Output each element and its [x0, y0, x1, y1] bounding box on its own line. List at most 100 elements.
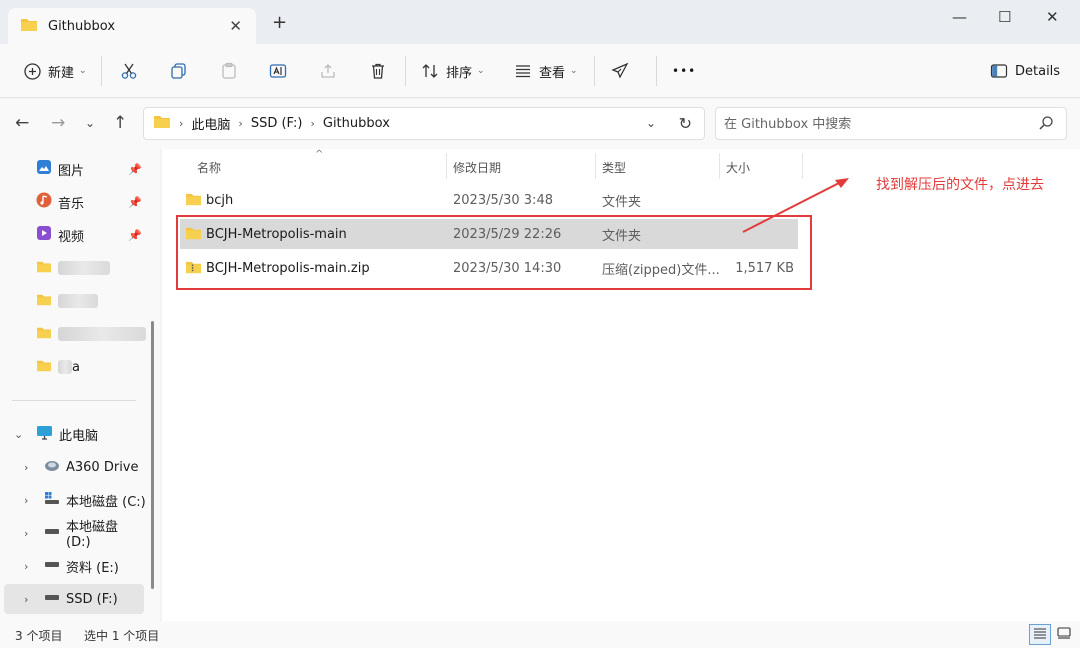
sidebar-item-drive-f[interactable]: › SSD (F:) — [4, 584, 144, 614]
sidebar-item-blurred[interactable] — [0, 319, 146, 349]
title-bar: Githubbox ✕ + — ☐ ✕ — [0, 0, 1080, 44]
videos-icon — [36, 225, 52, 245]
maximize-button[interactable]: ☐ — [998, 8, 1011, 26]
redacted-label — [58, 327, 146, 341]
send-icon — [610, 61, 630, 81]
sidebar-item-label: 图片 — [58, 163, 85, 179]
minimize-button[interactable]: — — [952, 8, 967, 26]
column-header-type[interactable]: 类型 — [602, 159, 626, 176]
details-button[interactable]: Details — [989, 58, 1060, 84]
tab-githubbox[interactable]: Githubbox ✕ — [8, 8, 256, 44]
forward-arrow-icon[interactable]: → — [51, 113, 65, 133]
redacted-label — [58, 261, 110, 275]
divider — [101, 56, 102, 86]
sidebar-item-drive-e[interactable]: › 资料 (E:) — [0, 551, 146, 581]
details-view-button[interactable] — [1029, 624, 1051, 645]
sidebar-item-label: 资料 (E:) — [66, 560, 119, 576]
folder-icon — [36, 326, 52, 343]
search-box[interactable] — [715, 107, 1067, 140]
column-divider[interactable] — [446, 153, 447, 179]
column-divider[interactable] — [719, 153, 720, 179]
chevron-right-icon[interactable]: › — [24, 494, 28, 507]
sort-button[interactable]: 排序 ⌄ — [420, 58, 485, 84]
sort-ascending-icon: ^ — [315, 149, 324, 160]
divider — [594, 56, 595, 86]
sidebar-item-label: 此电脑 — [59, 428, 99, 444]
folder-icon — [153, 114, 171, 133]
more-icon: ••• — [672, 64, 697, 78]
breadcrumb-ssd[interactable]: SSD (F:) — [251, 116, 303, 131]
file-date: 2023/5/30 3:48 — [453, 192, 553, 208]
chevron-right-icon[interactable]: › — [24, 527, 28, 540]
more-button[interactable]: ••• — [672, 58, 696, 84]
address-row: ← → ⌄ ↑ › 此电脑 › SSD (F:) › Githubbox ⌄ ↻ — [0, 99, 1080, 149]
copy-button[interactable] — [169, 58, 189, 84]
selected-count: 选中 1 个项目 — [84, 629, 160, 643]
item-count: 3 个项目 — [15, 629, 63, 643]
column-header-date[interactable]: 修改日期 — [453, 159, 501, 176]
address-bar[interactable]: › 此电脑 › SSD (F:) › Githubbox ⌄ ↻ — [143, 107, 705, 140]
extract-button[interactable] — [610, 58, 630, 84]
sidebar-item-label: 本地磁盘 (C:) — [66, 494, 146, 510]
pin-icon[interactable]: 📌 — [128, 196, 142, 209]
folder-icon — [36, 293, 52, 310]
pin-icon[interactable]: 📌 — [128, 163, 142, 176]
search-icon[interactable] — [1038, 115, 1054, 135]
folder-icon — [36, 359, 52, 376]
breadcrumb-githubbox[interactable]: Githubbox — [323, 116, 390, 131]
status-bar: 3 个项目 选中 1 个项目 — [0, 621, 1080, 648]
search-input[interactable] — [724, 114, 1024, 134]
pin-icon[interactable]: 📌 — [128, 229, 142, 242]
rename-button[interactable] — [268, 58, 288, 84]
tab-close-icon[interactable]: ✕ — [229, 17, 242, 35]
divider — [405, 56, 406, 86]
chevron-right-icon: › — [238, 117, 243, 130]
chevron-down-icon: ⌄ — [477, 66, 485, 76]
sort-label: 排序 — [446, 65, 473, 81]
folder-icon — [36, 260, 52, 277]
file-list-pane: ^ 名称 修改日期 类型 大小 bcjh 2023/5/30 3:48 文件夹 … — [162, 149, 1080, 621]
recent-chevron-icon[interactable]: ⌄ — [85, 116, 95, 130]
chevron-right-icon[interactable]: › — [24, 560, 28, 573]
sidebar-item-drive-d[interactable]: › 本地磁盘 (D:) — [0, 518, 146, 550]
share-button[interactable] — [318, 58, 338, 84]
sidebar-item-blurred[interactable] — [0, 286, 146, 316]
table-row[interactable]: bcjh 2023/5/30 3:48 文件夹 — [180, 185, 798, 215]
cut-button[interactable] — [119, 58, 139, 84]
close-window-button[interactable]: ✕ — [1046, 8, 1059, 26]
up-arrow-icon[interactable]: ↑ — [113, 113, 127, 133]
view-button[interactable]: 查看 ⌄ — [513, 58, 578, 84]
new-tab-button[interactable]: + — [272, 14, 287, 32]
rename-icon — [268, 61, 288, 81]
sidebar-item-label: a — [72, 359, 80, 375]
refresh-icon[interactable]: ↻ — [679, 114, 692, 133]
chevron-down-icon[interactable]: ⌄ — [14, 428, 23, 441]
sidebar-item-music[interactable]: 音乐 📌 — [0, 187, 146, 217]
paste-button[interactable] — [219, 58, 239, 84]
address-dropdown-icon[interactable]: ⌄ — [646, 116, 656, 130]
sidebar-item-videos[interactable]: 视频 📌 — [0, 220, 146, 250]
column-divider[interactable] — [595, 153, 596, 179]
sidebar-item-blurred[interactable] — [0, 253, 146, 283]
sidebar-item-blurred[interactable]: a — [0, 352, 146, 382]
sidebar-item-this-pc[interactable]: ⌄ 此电脑 — [0, 419, 146, 449]
column-header-name[interactable]: 名称 — [197, 159, 221, 176]
chevron-right-icon: › — [179, 117, 184, 130]
chevron-right-icon[interactable]: › — [24, 593, 28, 606]
navigation-pane: 图片 📌 音乐 📌 视频 📌 a ⌄ 此电脑 › A360 Drive › 本地… — [0, 149, 160, 621]
sidebar-item-drive-c[interactable]: › 本地磁盘 (C:) — [0, 485, 146, 515]
sidebar-item-a360[interactable]: › A360 Drive — [0, 452, 146, 482]
delete-button[interactable] — [368, 58, 388, 84]
sidebar-scrollbar[interactable] — [151, 321, 154, 589]
breadcrumb-this-pc[interactable]: 此电脑 — [191, 114, 230, 133]
trash-icon — [368, 61, 388, 81]
tiles-view-button[interactable] — [1053, 624, 1075, 645]
back-arrow-icon[interactable]: ← — [15, 113, 29, 133]
new-button[interactable]: 新建 ⌄ — [22, 58, 87, 84]
chevron-right-icon[interactable]: › — [24, 461, 28, 474]
details-pane-icon — [989, 61, 1009, 81]
tab-title: Githubbox — [48, 18, 116, 34]
sidebar-item-pictures[interactable]: 图片 📌 — [0, 154, 146, 184]
chevron-down-icon: ⌄ — [79, 66, 87, 76]
view-label: 查看 — [539, 65, 566, 81]
